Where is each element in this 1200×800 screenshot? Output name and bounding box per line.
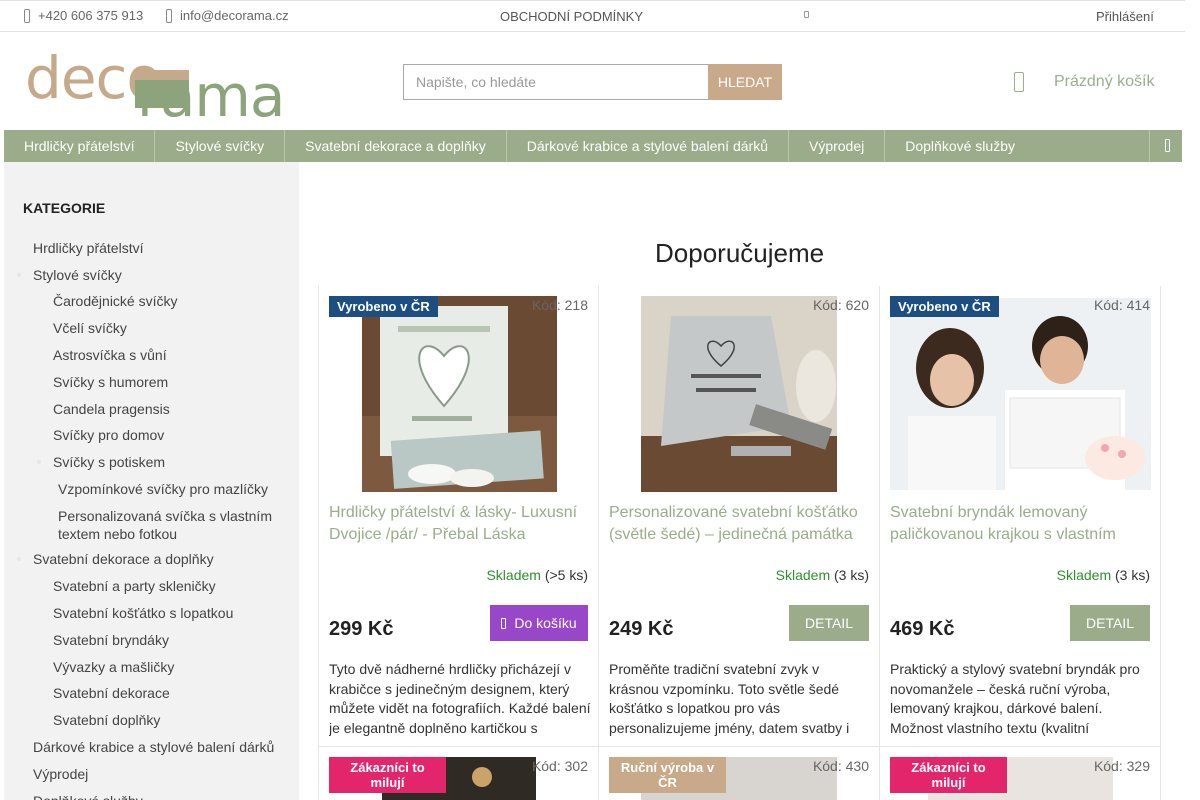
sidebar-item-svatebni[interactable]: Svatební dekorace a doplňky (33, 550, 214, 568)
product-description: Praktický a stylový svatební bryndák pro… (890, 661, 1140, 736)
phone-number: +420 606 375 913 (38, 8, 144, 23)
product-name[interactable]: Svatební bryndák lemovaný paličkovanou k… (890, 502, 1152, 546)
cart[interactable]: Prázdný košík (1014, 72, 1154, 92)
product-badge: Ruční výroba v ČR (609, 757, 726, 793)
product-code: Kód: 218 (531, 297, 588, 313)
main-nav: Hrdličky přátelství Stylové svíčky Svate… (4, 130, 1182, 162)
nav-item-hrdlicky[interactable]: Hrdličky přátelství (4, 130, 156, 162)
cart-label: Prázdný košík (1054, 73, 1155, 90)
search-button[interactable]: HLEDAT (708, 64, 782, 100)
sidebar-item-sklenicky[interactable]: Svatební a party skleničky (53, 577, 216, 595)
product-image[interactable] (641, 296, 837, 492)
detail-button[interactable]: DETAIL (1070, 605, 1150, 641)
sidebar-item-potisk[interactable]: Svíčky s potiskem (53, 453, 165, 471)
add-to-cart-label: Do košíku (514, 615, 577, 631)
product-card: Zákazníci to milují Kód: 329 (880, 747, 1161, 800)
cart-icon (501, 617, 507, 629)
sidebar-item-vyvazky[interactable]: Vývazky a mašličky (53, 658, 174, 676)
product-description: Proměňte tradiční svatební zvyk v krásno… (609, 661, 850, 736)
product-badge: Zákazníci to milují (329, 757, 446, 793)
product-code: Kód: 620 (812, 297, 869, 313)
product-description: Tyto dvě nádherné hrdličky přicházejí v … (329, 661, 591, 736)
nav-item-sluzby[interactable]: Doplňkové služby (885, 130, 1035, 162)
sidebar-item-doplnky[interactable]: Svatební doplňky (53, 711, 160, 729)
sidebar-heading: KATEGORIE (23, 200, 106, 216)
add-to-cart-button[interactable]: Do košíku (490, 605, 588, 641)
product-card: Ruční výroba v ČR Kód: 430 (599, 747, 880, 800)
product-price: 249 Kč (609, 618, 674, 640)
nav-divider (1149, 130, 1150, 162)
section-title: Doporučujeme (655, 238, 825, 268)
product-image[interactable] (890, 298, 1151, 490)
nav-item-svatebni[interactable]: Svatební dekorace a doplňky (285, 130, 507, 162)
stock-quantity: (>5 ks) (544, 567, 588, 583)
sidebar-item-humor[interactable]: Svíčky s humorem (53, 373, 168, 391)
dropdown-icon[interactable] (804, 11, 809, 18)
sidebar-bullet (17, 557, 21, 561)
category-sidebar: KATEGORIE Hrdličky přátelství Stylové sv… (4, 162, 299, 800)
logo-text-rama: rama (137, 62, 285, 130)
sidebar-item-domov[interactable]: Svíčky pro domov (53, 426, 164, 444)
product-card: Kód: 620 Personalizované svatební košťát… (599, 286, 880, 748)
email-icon (166, 8, 172, 23)
terms-link[interactable]: OBCHODNÍ PODMÍNKY (500, 9, 643, 24)
sidebar-item-personalizovana[interactable]: Personalizovaná svíčka s vlastním textem… (58, 507, 288, 543)
product-image[interactable] (362, 296, 557, 492)
top-bar: +420 606 375 913 info@decorama.cz OBCHOD… (0, 0, 1185, 32)
sidebar-bullet (37, 460, 41, 464)
site-logo[interactable]: deco rama (25, 49, 305, 125)
search-bar: HLEDAT (403, 64, 782, 100)
product-card: Vyrobeno v ČR Kód: 414 Svatební bryndák … (880, 286, 1161, 748)
product-code: Kód: 430 (812, 758, 869, 774)
sidebar-item-dekorace[interactable]: Svatební dekorace (53, 684, 170, 702)
stock-status: Skladem (3 ks) (1057, 567, 1150, 583)
product-card: Vyrobeno v ČR Kód: 218 Hrdličky přátelst… (318, 286, 599, 748)
cart-icon (1014, 72, 1024, 92)
sidebar-item-vceli[interactable]: Včelí svíčky (53, 319, 127, 337)
nav-item-vyprodej[interactable]: Výprodej (789, 130, 886, 162)
detail-button[interactable]: DETAIL (789, 605, 869, 641)
email-address: info@decorama.cz (180, 8, 289, 23)
nav-item-krabice[interactable]: Dárkové krabice a stylové balení dárků (507, 130, 789, 162)
product-card: Zákazníci to milují Kód: 302 (318, 747, 599, 800)
stock-status: Skladem (3 ks) (776, 567, 869, 583)
login-link[interactable]: Přihlášení (1096, 9, 1154, 24)
product-price: 469 Kč (890, 618, 955, 640)
sidebar-item-astrosvicka[interactable]: Astrosvíčka s vůní (53, 346, 167, 364)
stock-status: Skladem (>5 ks) (486, 567, 588, 583)
stock-availability: Skladem (486, 567, 541, 583)
sidebar-item-bryndaky[interactable]: Svatební bryndáky (53, 631, 169, 649)
stock-availability: Skladem (1056, 567, 1112, 583)
product-name[interactable]: Personalizované svatební košťátko (světl… (609, 502, 871, 546)
product-badge: Vyrobeno v ČR (890, 296, 999, 317)
sidebar-item-krabice[interactable]: Dárkové krabice a stylové balení dárků (33, 738, 274, 756)
phone-contact[interactable]: +420 606 375 913 (24, 8, 143, 23)
nav-item-svicky[interactable]: Stylové svíčky (155, 130, 286, 162)
sidebar-item-vzpominkove[interactable]: Vzpomínkové svíčky pro mazlíčky (58, 480, 283, 498)
sidebar-bullet (17, 273, 21, 277)
sidebar-item-sluzby[interactable]: Doplňkové služby (33, 792, 143, 800)
email-contact[interactable]: info@decorama.cz (166, 8, 289, 23)
sidebar-item-vyprodej[interactable]: Výprodej (33, 765, 88, 783)
search-input[interactable] (403, 64, 708, 100)
stock-quantity: (3 ks) (834, 567, 869, 583)
phone-icon (24, 8, 30, 23)
sidebar-item-kostatko[interactable]: Svatební košťátko s lopatkou (53, 604, 233, 622)
product-code: Kód: 329 (1093, 758, 1150, 774)
stock-quantity: (3 ks) (1115, 567, 1150, 583)
sidebar-item-stylove-svicky[interactable]: Stylové svíčky (33, 266, 122, 284)
sidebar-item-candela[interactable]: Candela pragensis (53, 400, 170, 418)
sidebar-item-carodejnicke[interactable]: Čarodějnické svíčky (53, 292, 178, 310)
product-price: 299 Kč (329, 618, 394, 640)
product-code: Kód: 302 (531, 758, 588, 774)
sidebar-item-hrdlicky[interactable]: Hrdličky přátelství (33, 239, 143, 257)
product-badge: Zákazníci to milují (890, 757, 1007, 793)
product-code: Kód: 414 (1093, 297, 1150, 313)
product-name[interactable]: Hrdličky přátelství & lásky- Luxusní Dvo… (329, 502, 591, 546)
menu-icon[interactable] (1165, 139, 1170, 152)
stock-availability: Skladem (775, 567, 831, 583)
product-badge: Vyrobeno v ČR (329, 296, 438, 317)
